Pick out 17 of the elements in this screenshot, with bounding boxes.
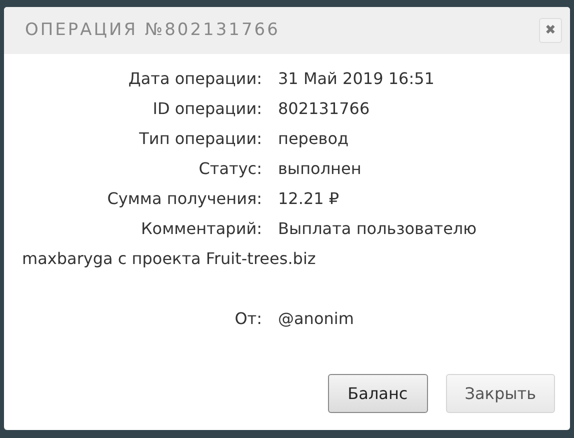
- dialog-title: ОПЕРАЦИЯ №802131766: [25, 18, 280, 42]
- field-label: Статус:: [198, 158, 262, 180]
- field-value: 12.21 ₽: [278, 188, 340, 210]
- field-value: перевод: [278, 128, 349, 150]
- field-value: @anonim: [278, 308, 354, 330]
- close-button[interactable]: ✖: [539, 18, 562, 43]
- field-value: выполнен: [278, 158, 362, 180]
- field-label: Дата операции:: [127, 68, 262, 90]
- field-value: 802131766: [278, 98, 370, 120]
- field-value: 31 Май 2019 16:51: [278, 68, 434, 90]
- comment-text: Комментарий: Выплата пользователю maxbaryga с проекта Fruit-trees.biz: [22, 218, 478, 270]
- field-label: Сумма получения:: [106, 188, 262, 210]
- dialog-button[interactable]: Закрыть: [446, 374, 555, 413]
- field-label: Тип операции:: [138, 128, 262, 150]
- dialog-button[interactable]: Баланс: [328, 374, 428, 413]
- field-label: От:: [234, 308, 262, 330]
- field-label: ID операции:: [152, 98, 262, 120]
